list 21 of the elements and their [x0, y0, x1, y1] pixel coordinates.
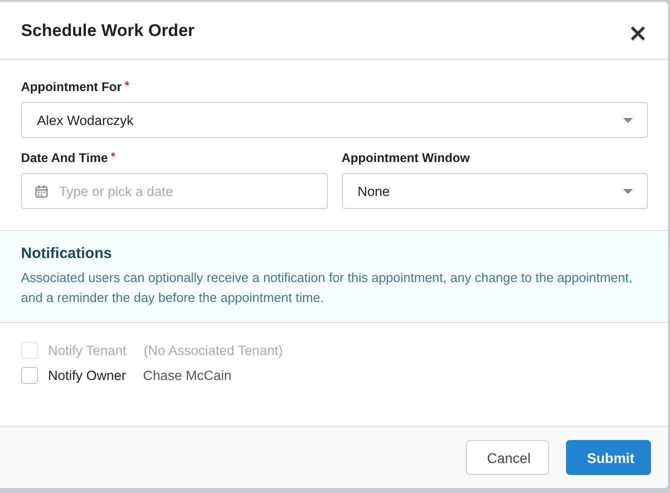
checkbox[interactable] — [21, 367, 38, 384]
field-label: Appointment Window — [342, 151, 470, 165]
calendar-icon — [35, 184, 48, 198]
checkbox-label: Notify Owner — [48, 368, 126, 383]
close-button[interactable]: × — [628, 20, 648, 44]
caret-icon — [623, 188, 633, 194]
notification-description: Associated users can optionally receive a notification for this appointment, any change to the appointment, and a reminder the day before the appointment time. — [21, 269, 634, 307]
section-title: Notifications — [21, 245, 113, 262]
caret-icon — [623, 118, 633, 122]
field-label: Date And Time — [21, 151, 108, 165]
recipient-name: (No Associated Tenant) — [144, 343, 283, 358]
checkbox-label: Notify Tenant — [48, 343, 127, 358]
dialog-title: Schedule Work Order — [21, 20, 195, 40]
cancel-button[interactable]: Cancel — [466, 440, 549, 475]
required-mark: * — [110, 151, 116, 163]
submit-button[interactable]: Submit — [566, 440, 651, 475]
dropdown[interactable]: Alex Wodarczyk — [21, 102, 648, 138]
required-mark: * — [124, 80, 129, 92]
field-label: Appointment For — [21, 80, 122, 94]
dropdown[interactable]: None — [342, 173, 648, 209]
recipient-name: Chase McCain — [143, 368, 232, 383]
